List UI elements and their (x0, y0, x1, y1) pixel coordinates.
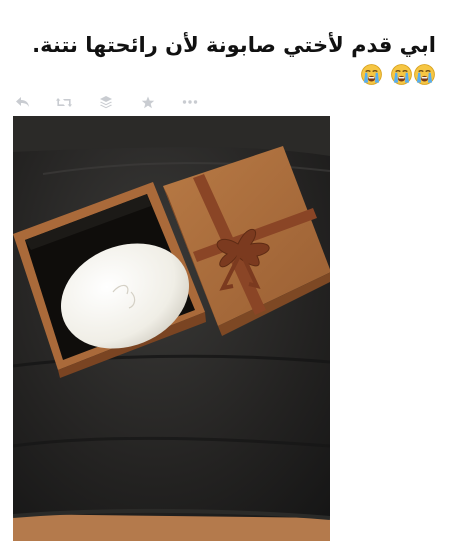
reply-icon (15, 97, 29, 107)
retweet-button[interactable] (54, 93, 74, 111)
star-icon (141, 96, 155, 108)
crying-face-icon (360, 63, 382, 93)
reply-button[interactable] (12, 93, 32, 111)
tweet-text: ابي قدم لأختي صابونة لأن رائحتها نتنة. (16, 30, 436, 93)
more-button[interactable] (180, 93, 200, 111)
retweet-icon (56, 97, 72, 107)
crying-face-icon (413, 63, 436, 93)
tweet-photo[interactable] (13, 116, 330, 541)
favorite-button[interactable] (138, 93, 158, 111)
stack-button[interactable] (96, 93, 116, 111)
tweet-actions (12, 92, 222, 112)
more-icon (182, 100, 198, 104)
stack-icon (100, 96, 112, 109)
crying-face-icon (390, 63, 413, 93)
tweet-text-content: ابي قدم لأختي صابونة لأن رائحتها نتنة. (32, 33, 436, 57)
